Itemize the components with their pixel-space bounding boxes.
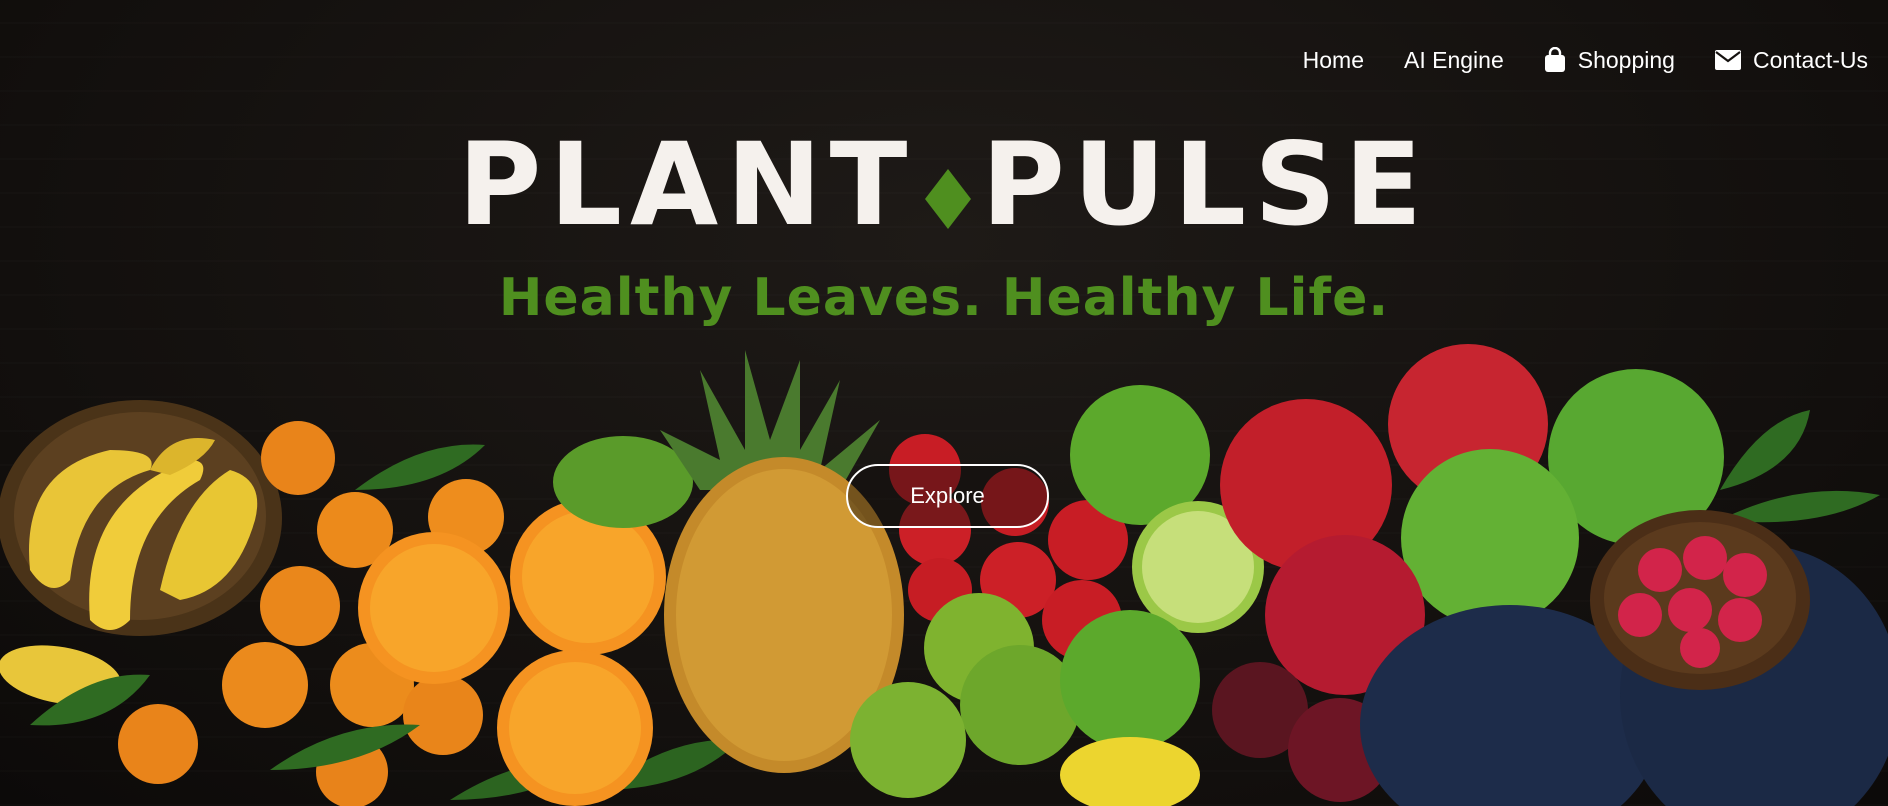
brand-logo: PLANT PULSE (0, 128, 1888, 242)
nav-label-shopping: Shopping (1577, 46, 1675, 73)
nav-link-shopping[interactable]: Shopping (1544, 47, 1675, 74)
hero-tagline: Healthy Leaves. Healthy Life. (498, 268, 1390, 328)
fruit-background-image (0, 344, 1888, 806)
brand-word-plant: PLANT (457, 118, 916, 251)
nav-link-ai-engine[interactable]: AI Engine (1404, 47, 1504, 74)
top-navigation: Home AI Engine Shopping Contact-Us (1263, 40, 1868, 80)
leaf-logo-icon (925, 169, 972, 229)
brand-word-pulse: PULSE (981, 118, 1431, 251)
nav-link-contact-us[interactable]: Contact-Us (1714, 46, 1868, 74)
explore-button[interactable]: Explore (846, 464, 1049, 528)
nav-label-home: Home (1302, 46, 1364, 73)
envelope-icon (1714, 50, 1741, 70)
nav-label-ai-engine: AI Engine (1404, 46, 1504, 73)
hero-section: Home AI Engine Shopping Contact-Us PLANT… (0, 0, 1888, 806)
nav-label-contact-us: Contact-Us (1752, 46, 1868, 73)
nav-link-home[interactable]: Home (1303, 47, 1364, 74)
shopping-bag-icon (1544, 47, 1566, 73)
